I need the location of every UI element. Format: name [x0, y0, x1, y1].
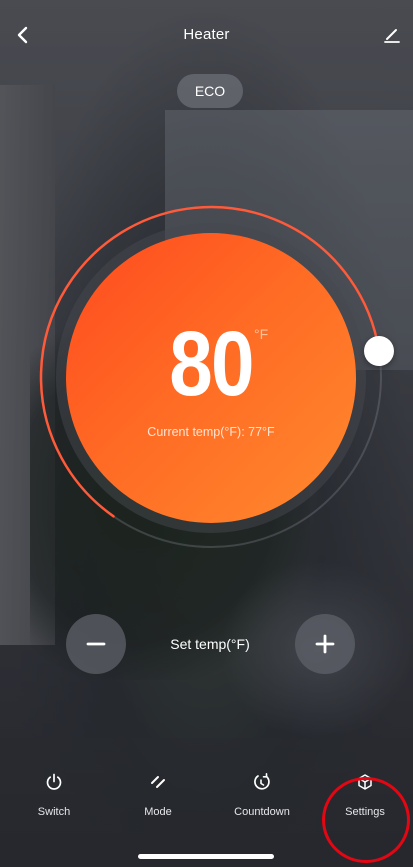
mode-icon: [151, 776, 165, 788]
nav-settings[interactable]: Settings: [320, 770, 410, 830]
nav-countdown[interactable]: Countdown: [217, 770, 307, 830]
nav-mode[interactable]: Mode: [113, 770, 203, 830]
power-icon: [46, 773, 62, 790]
settings-cube-icon: [358, 774, 372, 790]
temperature-dial-handle[interactable]: [364, 336, 394, 366]
temperature-display: 80 °F Current temp(°F): 77°F: [66, 233, 356, 523]
home-indicator[interactable]: [138, 854, 274, 859]
timer-icon: [254, 772, 270, 790]
top-bar: Heater: [0, 0, 413, 70]
set-temperature-value: 80: [169, 313, 254, 415]
nav-settings-label: Settings: [345, 806, 385, 818]
nav-mode-label: Mode: [144, 806, 172, 818]
increase-temp-button[interactable]: [295, 614, 355, 674]
set-temp-label: Set temp(°F): [170, 636, 250, 652]
pencil-icon: [384, 29, 400, 43]
minus-icon: [86, 642, 106, 646]
nav-switch[interactable]: Switch: [9, 770, 99, 830]
plus-icon: [315, 634, 335, 654]
edit-button[interactable]: [379, 22, 405, 48]
page-title: Heater: [183, 26, 230, 43]
eco-mode-badge[interactable]: ECO: [177, 74, 243, 108]
decrease-temp-button[interactable]: [66, 614, 126, 674]
current-temperature: Current temp(°F): 77°F: [147, 425, 275, 439]
temperature-unit: °F: [254, 326, 269, 342]
nav-countdown-label: Countdown: [234, 806, 290, 818]
nav-switch-label: Switch: [37, 806, 71, 818]
